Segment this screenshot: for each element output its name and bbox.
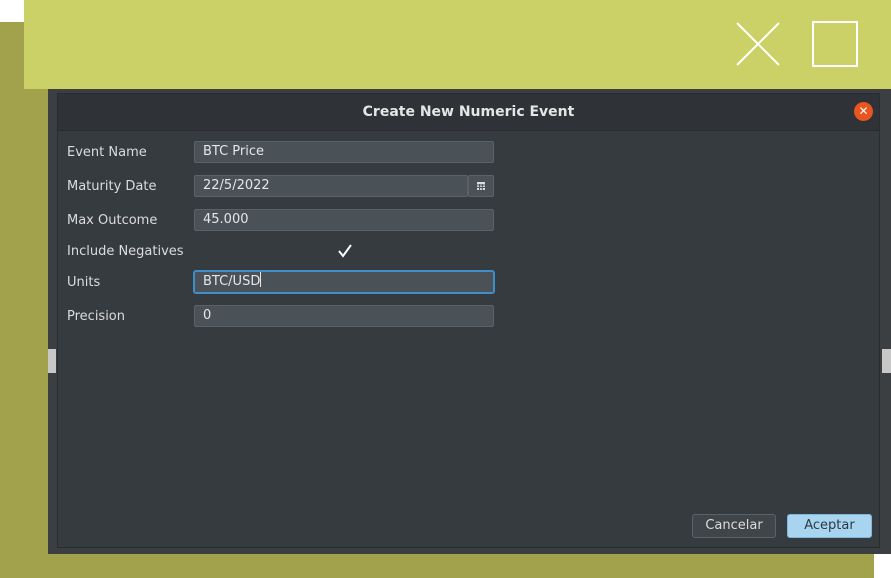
event-name-label: Event Name (67, 145, 147, 160)
table-header-strip-right (882, 349, 891, 373)
create-event-dialog: Create New Numeric Event ✕ Event Name BT… (57, 93, 880, 548)
table-header-strip-left (48, 349, 56, 373)
window-maximize-icon[interactable] (812, 21, 858, 67)
include-negatives-checkbox[interactable] (337, 243, 353, 259)
dialog-title: Create New Numeric Event (362, 104, 575, 120)
close-icon: ✕ (858, 104, 869, 118)
calendar-icon (477, 182, 485, 190)
dialog-titlebar: Create New Numeric Event ✕ (58, 94, 879, 131)
dialog-close-button[interactable]: ✕ (854, 102, 873, 121)
units-label: Units (67, 275, 101, 290)
units-input[interactable]: BTC/USD (194, 271, 494, 293)
precision-input[interactable]: 0 (194, 305, 494, 327)
max-outcome-label: Max Outcome (67, 213, 158, 228)
maturity-date-input[interactable]: 22/5/2022 (194, 175, 468, 197)
maturity-date-label: Maturity Date (67, 179, 157, 194)
include-negatives-label: Include Negatives (67, 244, 184, 259)
date-picker-button[interactable] (468, 175, 494, 197)
cancel-button[interactable]: Cancelar (692, 514, 776, 538)
window-close-icon[interactable] (734, 20, 782, 68)
event-name-input[interactable]: BTC Price (194, 141, 494, 163)
units-input-value: BTC/USD (203, 274, 261, 289)
text-caret (260, 272, 262, 287)
precision-label: Precision (67, 309, 126, 324)
max-outcome-input[interactable]: 45.000 (194, 209, 494, 231)
ok-button[interactable]: Aceptar (787, 514, 872, 538)
